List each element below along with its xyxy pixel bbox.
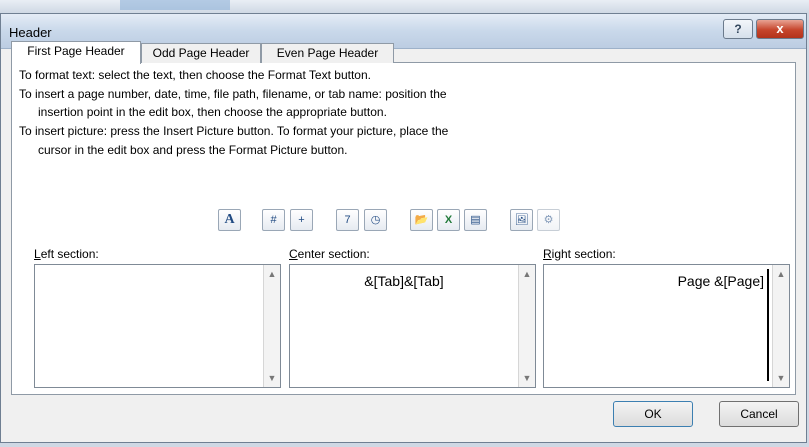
left-section-label: Left section:: [34, 247, 99, 261]
right-section-text: Page &[Page]: [677, 273, 764, 289]
scroll-down-icon[interactable]: ▼: [773, 370, 789, 386]
picture-icon: 🖼: [514, 214, 529, 226]
insert-number-of-pages-button[interactable]: +: [290, 209, 313, 231]
excel-file-icon: X: [444, 214, 453, 226]
help-button[interactable]: ?: [723, 19, 753, 39]
center-section-text: &[Tab]&[Tab]: [364, 273, 444, 289]
sheet-tab-icon: ▤: [470, 214, 481, 226]
format-picture-icon: ⚙: [543, 214, 554, 226]
header-dialog: Header ? x First Page Header Odd Page He…: [0, 13, 807, 443]
scroll-down-icon[interactable]: ▼: [264, 370, 280, 386]
center-section-scrollbar[interactable]: ▲ ▼: [518, 265, 535, 387]
center-section-label: Center section:: [289, 247, 370, 261]
right-section-label: Right section:: [543, 247, 616, 261]
help-icon: ?: [734, 22, 742, 36]
background-highlight: [120, 0, 230, 10]
insert-file-name-button[interactable]: X: [437, 209, 460, 231]
instruction-line: cursor in the edit box and press the For…: [38, 143, 348, 157]
insert-sheet-name-button[interactable]: ▤: [464, 209, 487, 231]
folder-icon: 📂: [414, 214, 429, 226]
cancel-button[interactable]: Cancel: [719, 401, 799, 427]
instruction-line: To insert picture: press the Insert Pict…: [19, 124, 449, 138]
right-section-editbox[interactable]: Page &[Page] ▲ ▼: [543, 264, 790, 388]
ok-button[interactable]: OK: [613, 401, 693, 427]
scroll-down-icon[interactable]: ▼: [519, 370, 535, 386]
scroll-up-icon[interactable]: ▲: [264, 266, 280, 282]
calendar-icon: 7: [344, 214, 351, 226]
left-section-scrollbar[interactable]: ▲ ▼: [263, 265, 280, 387]
clock-icon: ◷: [370, 214, 381, 226]
instruction-line: insertion point in the edit box, then ch…: [38, 105, 387, 119]
tab-panel: First Page Header Odd Page Header Even P…: [11, 41, 796, 395]
left-section-editbox[interactable]: ▲ ▼: [34, 264, 281, 388]
insert-picture-button[interactable]: 🖼: [510, 209, 533, 231]
close-icon: x: [776, 21, 784, 36]
dialog-title: Header: [9, 25, 52, 40]
format-text-icon: A: [224, 212, 235, 227]
tab-first-page-header[interactable]: First Page Header: [11, 41, 141, 64]
number-of-pages-icon: +: [298, 214, 305, 226]
insert-page-number-button[interactable]: #: [262, 209, 285, 231]
tab-even-page-header[interactable]: Even Page Header: [261, 43, 394, 63]
center-section-editbox[interactable]: &[Tab]&[Tab] ▲ ▼: [289, 264, 536, 388]
insert-time-button[interactable]: ◷: [364, 209, 387, 231]
text-cursor: [767, 269, 769, 381]
instruction-line: To insert a page number, date, time, fil…: [19, 87, 447, 101]
instruction-line: To format text: select the text, then ch…: [19, 68, 371, 82]
insert-date-button[interactable]: 7: [336, 209, 359, 231]
insert-file-path-button[interactable]: 📂: [410, 209, 433, 231]
right-section-scrollbar[interactable]: ▲ ▼: [772, 265, 789, 387]
format-picture-button[interactable]: ⚙: [537, 209, 560, 231]
tab-odd-page-header[interactable]: Odd Page Header: [141, 43, 261, 63]
scroll-up-icon[interactable]: ▲: [773, 266, 789, 282]
page-number-icon: #: [270, 214, 277, 226]
format-text-button[interactable]: A: [218, 209, 241, 231]
scroll-up-icon[interactable]: ▲: [519, 266, 535, 282]
close-button[interactable]: x: [756, 19, 804, 39]
